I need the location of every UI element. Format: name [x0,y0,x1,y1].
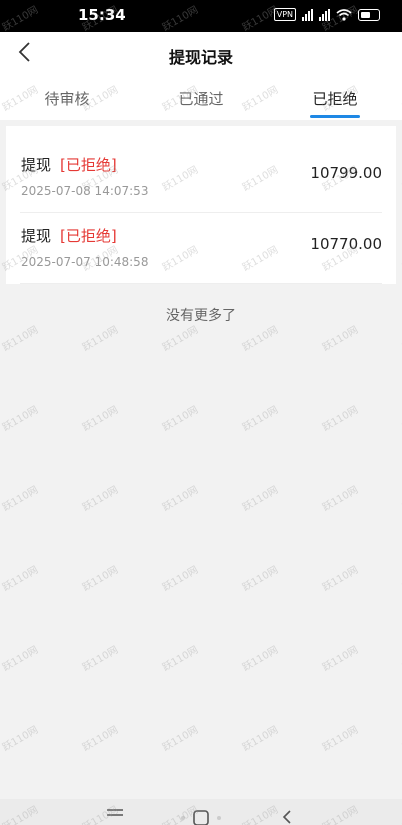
status-time: 15:34 [78,6,126,24]
list-item[interactable]: 提现 [已拒绝] 2025-07-08 14:07:53 10799.00 [20,126,382,213]
watermark-text: 跃110网 [240,644,281,674]
watermark-text: 跃110网 [320,484,361,514]
watermark-text: 跃110网 [160,564,201,594]
watermark-text: 跃110网 [160,404,201,434]
tab-bar: 待审核 已通过 已拒绝 [0,76,402,120]
record-status: [已拒绝] [60,227,117,245]
tab-label: 已通过 [178,90,224,108]
menu-icon[interactable] [106,807,124,821]
tab-approved[interactable]: 已通过 [134,76,268,120]
signal-icon-2 [319,8,330,21]
watermark-text: 跃110网 [0,324,41,354]
watermark-text: 跃110网 [160,644,201,674]
tab-rejected[interactable]: 已拒绝 [268,76,402,120]
watermark-text: 跃110网 [240,324,281,354]
return-icon[interactable] [280,809,294,825]
signal-icon [302,8,313,21]
tab-underline [310,115,360,118]
page-title: 提现记录 [168,48,233,67]
list-item[interactable]: 提现 [已拒绝] 2025-07-07 10:48:58 10770.00 [20,213,382,284]
vpn-icon: VPN [273,8,296,21]
watermark-text: 跃110网 [160,724,201,754]
record-status: [已拒绝] [60,156,117,174]
battery-icon [358,8,380,21]
watermark-text: 跃110网 [80,484,121,514]
watermark-text: 跃110网 [320,724,361,754]
watermark-text: 跃110网 [0,564,41,594]
record-time: 2025-07-07 10:48:58 [21,255,149,269]
record-type: 提现 [21,227,52,245]
record-amount: 10770.00 [310,235,382,253]
nav-bar: 提现记录 [0,32,402,76]
record-time: 2025-07-08 14:07:53 [21,184,149,198]
watermark-text: 跃110网 [240,404,281,434]
watermark-text: 跃110网 [320,324,361,354]
watermark-text: 跃110网 [320,404,361,434]
home-icon[interactable] [180,809,222,825]
watermark-text: 跃110网 [320,644,361,674]
watermark-text: 跃110网 [240,564,281,594]
watermark-text: 跃110网 [80,324,121,354]
watermark-text: 跃110网 [80,404,121,434]
watermark-text: 跃110网 [80,644,121,674]
watermark-text: 跃110网 [0,404,41,434]
system-nav-bar [0,799,402,825]
watermark-text: 跃110网 [160,324,201,354]
watermark-layer: 跃110网 跃110网 跃110网 跃110网 跃110网 跃110网 跃110网 跃110网… [0,0,402,825]
record-amount: 10799.00 [310,164,382,182]
no-more-text: 没有更多了 [166,308,236,324]
status-icons: VPN [273,8,380,21]
watermark-text: 跃110网 [320,564,361,594]
watermark-text: 跃110网 [80,724,121,754]
watermark-text: 跃110网 [0,484,41,514]
tab-label: 已拒绝 [312,90,358,108]
watermark-text: 跃110网 [240,724,281,754]
tab-pending[interactable]: 待审核 [0,76,134,120]
watermark-text: 跃110网 [240,484,281,514]
record-type: 提现 [21,156,52,174]
wifi-icon [336,8,352,21]
watermark-text: 跃110网 [160,484,201,514]
watermark-text: 跃110网 [0,724,41,754]
status-bar: 15:34 VPN [0,0,402,32]
watermark-text: 跃110网 [0,644,41,674]
watermark-text: 跃110网 [80,564,121,594]
tab-label: 待审核 [44,90,90,108]
record-list: 提现 [已拒绝] 2025-07-08 14:07:53 10799.00 提现… [6,126,396,284]
